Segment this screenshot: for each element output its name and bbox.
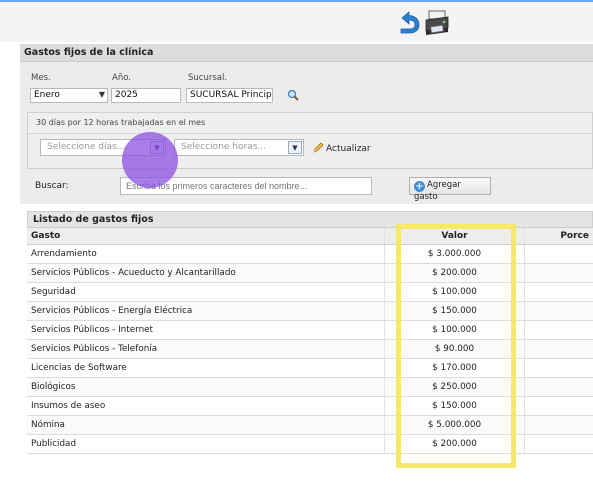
table-body: Arrendamiento $ 3.000.000 Servicios Públi… — [27, 245, 593, 454]
expense-name: Servicios Públicos - Acueducto y Alcanta… — [27, 264, 385, 282]
expense-name: Publicidad — [27, 435, 385, 453]
expense-percent — [525, 264, 593, 282]
add-expense-button[interactable]: + Agregar gasto — [409, 177, 491, 202]
search-input[interactable] — [120, 177, 372, 195]
column-header-percent[interactable]: Porce — [525, 228, 593, 244]
search-icon[interactable] — [287, 89, 299, 101]
expense-value: $ 100.000 — [385, 283, 525, 301]
expense-name: Biológicos — [27, 378, 385, 396]
branch-value: SUCURSAL Principa — [190, 90, 273, 100]
expense-percent — [525, 321, 593, 339]
list-title: Listado de gastos fijos — [27, 211, 593, 228]
chevron-down-icon[interactable]: ▼ — [150, 141, 164, 154]
branch-label: Sucursal. — [188, 73, 228, 83]
chevron-down-icon[interactable]: ▼ — [288, 141, 302, 154]
expense-percent — [525, 416, 593, 434]
expense-value: $ 150.000 — [385, 302, 525, 320]
table-row[interactable]: Servicios Públicos - Internet $ 100.000 — [27, 321, 593, 340]
expense-percent — [525, 359, 593, 377]
expense-value: $ 100.000 — [385, 321, 525, 339]
expense-percent — [525, 378, 593, 396]
expense-value: $ 200.000 — [385, 435, 525, 453]
expense-name: Servicios Públicos - Internet — [27, 321, 385, 339]
expense-name: Licencias de Software — [27, 359, 385, 377]
info-divider — [28, 133, 592, 134]
table-row[interactable]: Seguridad $ 100.000 — [27, 283, 593, 302]
fixed-costs-list: Listado de gastos fijos Gasto Valor Porc… — [27, 211, 593, 454]
expense-percent — [525, 302, 593, 320]
table-row[interactable]: Servicios Públicos - Acueducto y Alcanta… — [27, 264, 593, 283]
branch-select[interactable]: SUCURSAL Principa — [186, 88, 273, 103]
refresh-button[interactable]: Actualizar — [313, 142, 371, 154]
hours-placeholder: Seleccione horas... — [181, 142, 266, 152]
expense-percent — [525, 283, 593, 301]
month-value: Enero — [34, 90, 60, 100]
search-label: Buscar: — [35, 181, 69, 191]
expense-name: Nómina — [27, 416, 385, 434]
expense-name: Servicios Públicos - Telefonía — [27, 340, 385, 358]
month-select[interactable]: Enero ▼ — [30, 88, 108, 103]
year-label: Año. — [112, 73, 131, 83]
table-row[interactable]: Insumos de aseo $ 150.000 — [27, 397, 593, 416]
year-value: 2025 — [115, 90, 138, 100]
add-icon: + — [414, 181, 425, 192]
table-row[interactable]: Biológicos $ 250.000 — [27, 378, 593, 397]
expense-percent — [525, 340, 593, 358]
expense-value: $ 170.000 — [385, 359, 525, 377]
expense-percent — [525, 397, 593, 415]
year-select[interactable]: 2025 — [111, 88, 181, 103]
column-header-value[interactable]: Valor — [385, 228, 525, 244]
hours-info-box: 30 días por 12 horas trabajadas en el me… — [27, 112, 593, 169]
expense-percent — [525, 435, 593, 453]
toolbar — [0, 2, 593, 42]
column-header-expense[interactable]: Gasto — [27, 228, 385, 244]
expense-value: $ 250.000 — [385, 378, 525, 396]
month-label: Mes. — [31, 73, 51, 83]
days-placeholder: Seleccione días... — [47, 142, 126, 152]
pencil-icon — [313, 142, 324, 153]
days-select[interactable]: Seleccione días... ▼ — [40, 139, 166, 156]
table-row[interactable]: Nómina $ 5.000.000 — [27, 416, 593, 435]
expense-value: $ 200.000 — [385, 264, 525, 282]
table-row[interactable]: Licencias de Software $ 170.000 — [27, 359, 593, 378]
undo-arrow-icon[interactable] — [396, 10, 422, 36]
hours-info-text: 30 días por 12 horas trabajadas en el me… — [36, 118, 206, 127]
table-header: Gasto Valor Porce — [27, 228, 593, 245]
expense-name: Servicios Públicos - Energía Eléctrica — [27, 302, 385, 320]
table-row[interactable]: Arrendamiento $ 3.000.000 — [27, 245, 593, 264]
expense-percent — [525, 245, 593, 263]
expense-value: $ 5.000.000 — [385, 416, 525, 434]
expense-value: $ 3.000.000 — [385, 245, 525, 263]
chevron-down-icon: ▼ — [98, 90, 105, 99]
printer-icon[interactable] — [423, 8, 451, 36]
refresh-label: Actualizar — [326, 144, 371, 154]
panel-title: Gastos fijos de la clínica — [20, 44, 593, 62]
table-row[interactable]: Publicidad $ 200.000 — [27, 435, 593, 454]
expense-name: Seguridad — [27, 283, 385, 301]
expense-name: Insumos de aseo — [27, 397, 385, 415]
table-row[interactable]: Servicios Públicos - Telefonía $ 90.000 — [27, 340, 593, 359]
hours-select[interactable]: Seleccione horas... ▼ — [174, 139, 304, 156]
expense-value: $ 90.000 — [385, 340, 525, 358]
table-row[interactable]: Servicios Públicos - Energía Eléctrica $ … — [27, 302, 593, 321]
expense-value: $ 150.000 — [385, 397, 525, 415]
expense-name: Arrendamiento — [27, 245, 385, 263]
